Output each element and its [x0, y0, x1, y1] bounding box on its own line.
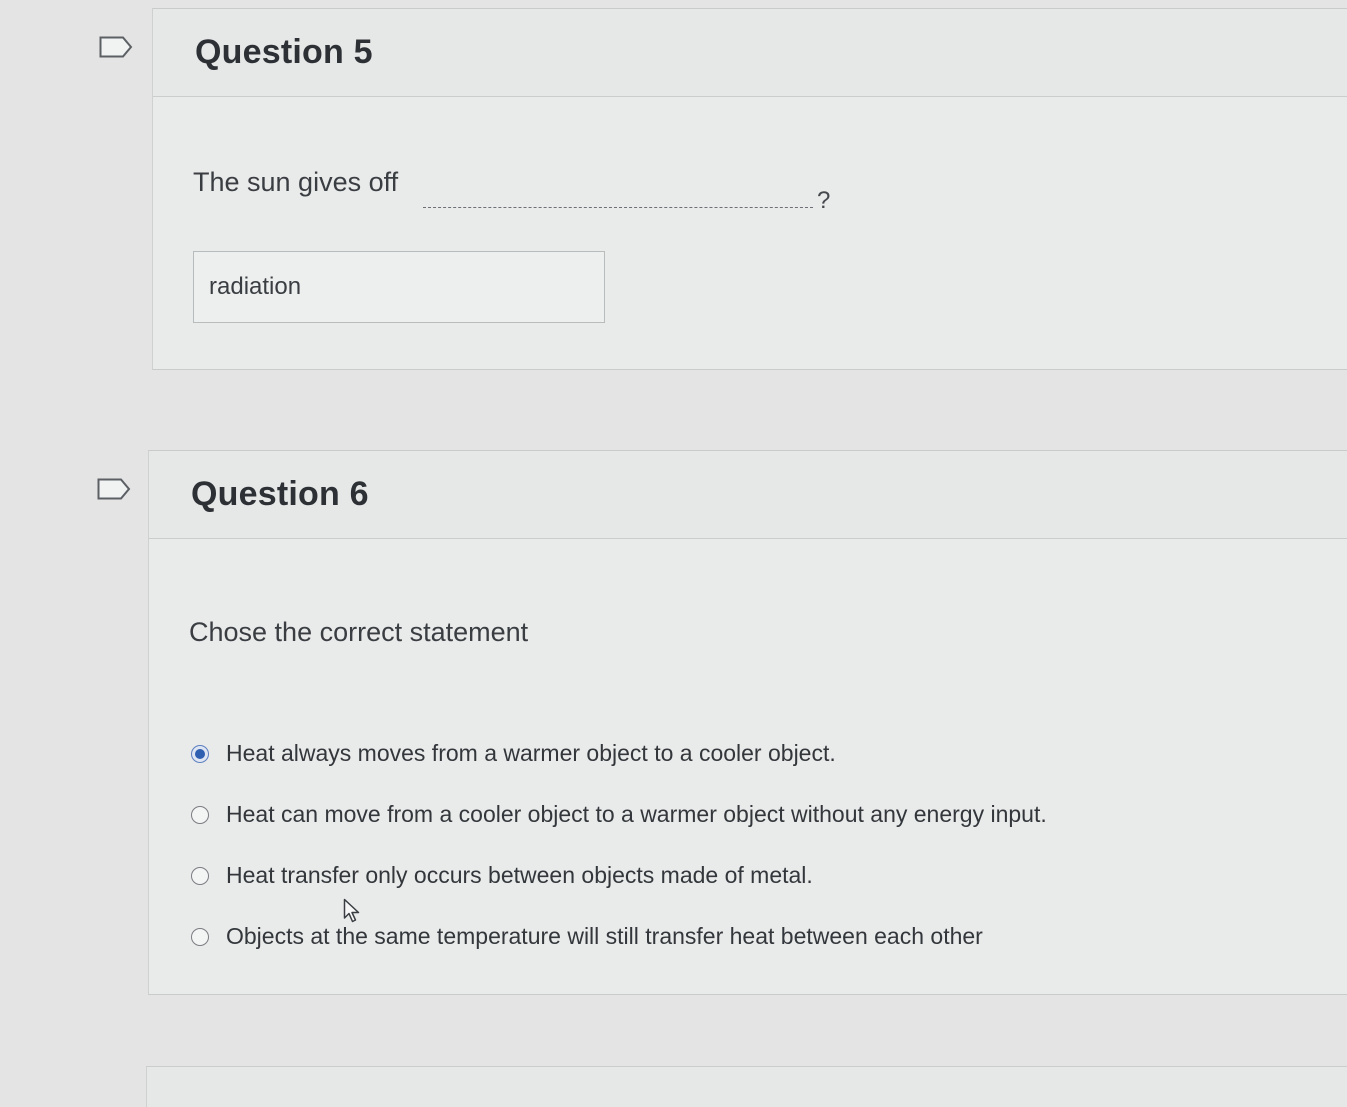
question-title: Question 6 — [191, 475, 369, 513]
question-5-card: Question 5 The sun gives off ? radiation — [152, 8, 1347, 370]
fill-in-blank-line — [423, 207, 813, 208]
answer-option-label: Objects at the same temperature will sti… — [226, 923, 983, 949]
question-5-header: Question 5 — [153, 9, 1347, 97]
radio-button-selected[interactable] — [191, 744, 209, 763]
question-prompt: The sun gives off — [193, 167, 399, 197]
answer-option-2[interactable]: Heat can move from a cooler object to a … — [191, 801, 1047, 828]
prompt-question-mark: ? — [817, 187, 831, 214]
answer-option-1[interactable]: Heat always moves from a warmer object t… — [191, 740, 836, 767]
question-6-card: Question 6 Chose the correct statement H… — [148, 450, 1347, 995]
answer-option-label: Heat can move from a cooler object to a … — [226, 801, 1047, 827]
next-question-card — [146, 1066, 1347, 1107]
answer-option-4[interactable]: Objects at the same temperature will sti… — [191, 923, 983, 950]
flag-question-icon[interactable] — [99, 36, 133, 58]
mouse-cursor-icon — [343, 898, 361, 924]
answer-option-label: Heat transfer only occurs between object… — [226, 862, 813, 888]
radio-button[interactable] — [191, 927, 209, 946]
answer-option-3[interactable]: Heat transfer only occurs between object… — [191, 862, 813, 889]
radio-button[interactable] — [191, 866, 209, 885]
question-prompt: Chose the correct statement — [189, 617, 529, 647]
flag-question-icon[interactable] — [97, 478, 131, 500]
answer-input[interactable]: radiation — [193, 251, 605, 323]
answer-option-label: Heat always moves from a warmer object t… — [226, 740, 836, 766]
question-title: Question 5 — [195, 33, 373, 71]
question-6-header: Question 6 — [149, 451, 1347, 539]
answer-input-value: radiation — [209, 273, 302, 300]
radio-button[interactable] — [191, 805, 209, 824]
